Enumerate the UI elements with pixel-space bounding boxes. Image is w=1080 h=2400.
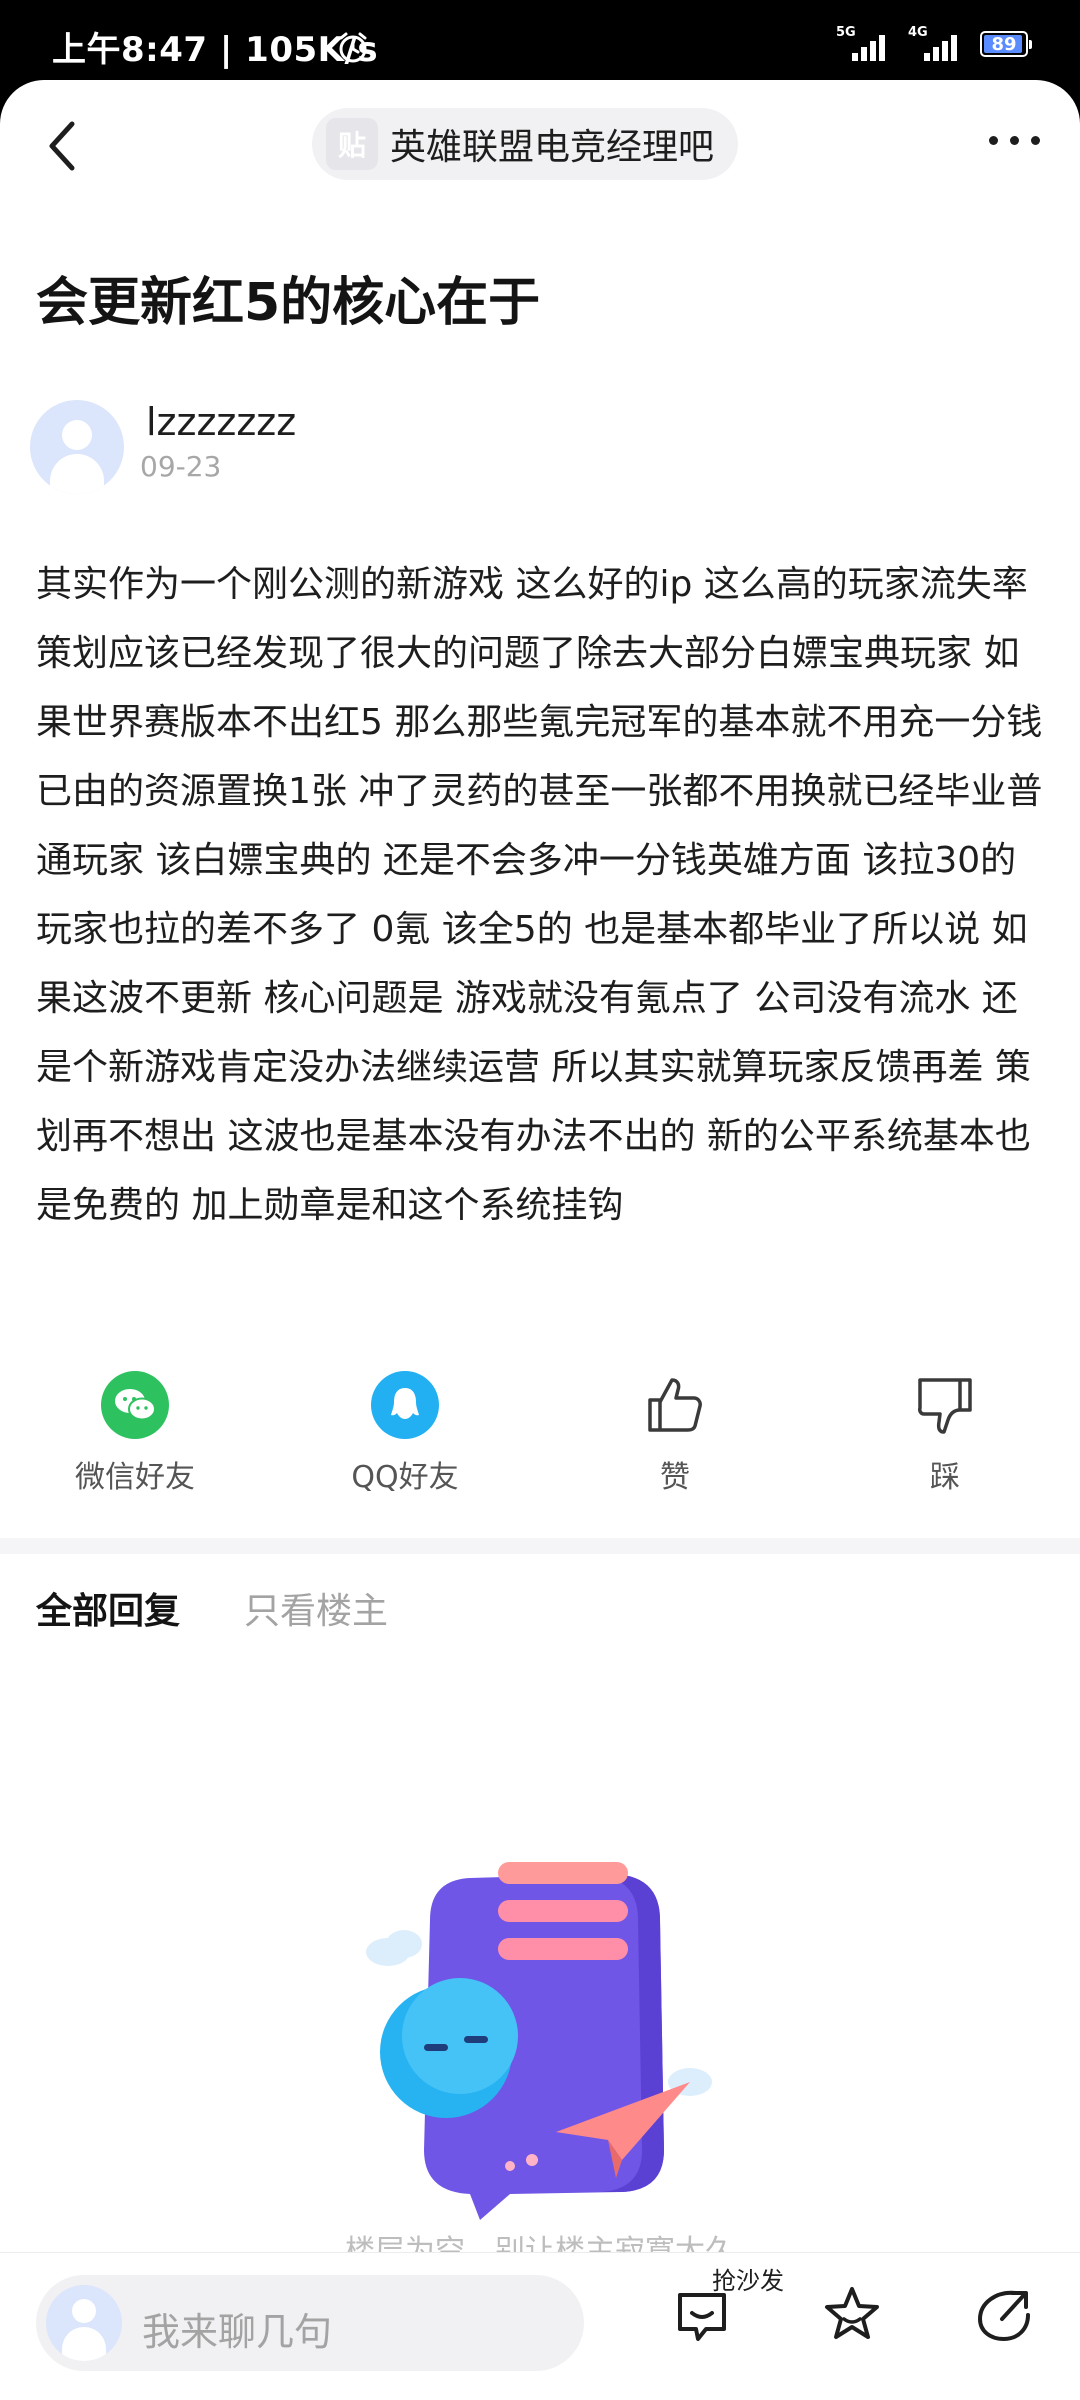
star-icon[interactable] [820,2283,884,2347]
reply-input[interactable]: 我来聊几句 [36,2275,584,2371]
thumbs-up-icon [648,1378,702,1432]
battery-icon: 89 [980,31,1032,57]
tab-op-only[interactable]: 只看楼主 [244,1582,388,1634]
more-icon[interactable] [989,136,1040,145]
thumbs-down-icon [918,1378,972,1434]
post-body: 其实作为一个刚公测的新游戏 这么好的ip 这么高的玩家流失率 策划应该已经发现了… [36,564,1043,1226]
forum-pill[interactable]: 贴 英雄联盟电竞经理吧 [312,108,739,180]
post-page: 贴 英雄联盟电竞经理吧 会更新红5的核心在于 lzzzzzzz 09-23 其实… [0,80,1080,2400]
section-divider [0,1538,1080,1554]
back-icon[interactable] [38,116,90,176]
post-date: 09-23 [140,450,222,483]
forum-logo: 贴 [326,118,378,170]
share-qq-button[interactable]: QQ好友 [270,1370,540,1500]
share-wechat-button[interactable]: 微信好友 [0,1370,270,1500]
avatar [46,2285,122,2361]
author-row[interactable]: lzzzzzzz 09-23 [30,398,630,498]
status-bar: 上午8:47 | 105K/s 5G 4G 89 [0,0,1080,80]
status-time: 上午8:47 | 105K/s [52,30,379,70]
forum-name: 英雄联盟电竞经理吧 [390,127,715,168]
empty-state-illustration [366,1862,712,2220]
reply-placeholder: 我来聊几句 [142,2310,333,2354]
post-title: 会更新红5的核心在于 [36,273,541,333]
dislike-button[interactable]: 踩 [810,1370,1080,1500]
like-button[interactable]: 赞 [540,1370,810,1500]
bottom-bar: 我来聊几句 抢沙发 [0,2252,1080,2400]
status-indicators: 5G 4G 89 [836,25,1032,62]
tab-all-replies[interactable]: 全部回复 [36,1582,180,1634]
wechat-icon [101,1371,169,1439]
action-bar: 微信好友 QQ好友 赞 踩 [0,1370,1080,1500]
qq-icon [371,1371,439,1439]
signal-icon: 5G [836,25,894,61]
author-name[interactable]: lzzzzzzz [146,400,296,444]
reply-tabs: 全部回复 只看楼主 [36,1582,388,1634]
avatar[interactable] [30,400,124,494]
alarm-icon [339,32,367,63]
signal-icon-2: 4G [908,25,966,61]
comment-icon[interactable] [670,2283,734,2347]
top-nav: 贴 英雄联盟电竞经理吧 [0,80,1080,210]
share-icon[interactable] [972,2283,1036,2347]
